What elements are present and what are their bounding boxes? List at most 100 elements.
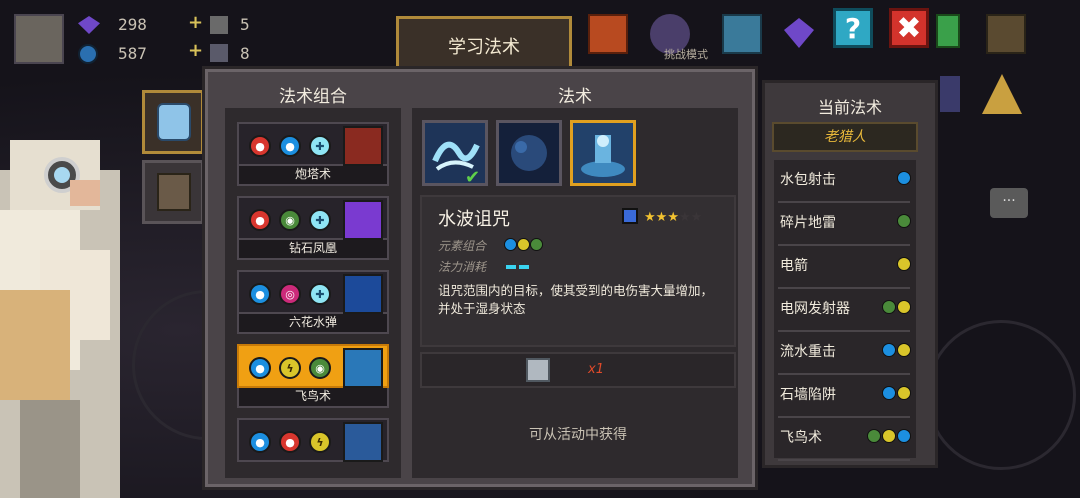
bg-ring-right <box>926 320 1076 470</box>
water-element-icon: ● <box>249 357 271 379</box>
current-spell-item[interactable]: 流水重击 <box>778 332 911 375</box>
curse-spell-icon <box>573 123 633 183</box>
gold-coin-icon <box>78 44 98 64</box>
current-spell-item[interactable]: 碎片地雷 <box>778 203 911 246</box>
tab-learn-spells[interactable]: 学习法术 <box>396 16 572 72</box>
combo-item[interactable]: ● ● ϟ <box>237 418 389 482</box>
ice-element-icon: ✚ <box>309 209 331 231</box>
combo-elements-box: ● ● ✚ <box>237 122 389 166</box>
combo-spell-art-icon <box>343 422 383 462</box>
combo-name: 飞鸟术 <box>237 388 389 408</box>
earth-element-icon <box>867 429 881 443</box>
earth-element-icon: ◉ <box>279 209 301 231</box>
chest-icon <box>157 173 191 211</box>
menu-icon[interactable] <box>936 14 960 48</box>
combo-elements-box: ● ◎ ✚ <box>237 270 389 314</box>
combo-name: 炮塔术 <box>237 166 389 186</box>
combo-elements-box: ● ϟ ◉ <box>237 344 389 388</box>
spell-book-icon <box>157 103 191 141</box>
side-banner-icon <box>940 76 960 112</box>
earth-element-icon: ◉ <box>309 357 331 379</box>
mana-label: 法力消耗 <box>438 260 487 274</box>
combos-title: 法术组合 <box>279 87 347 107</box>
combo-item[interactable]: ● ◉ ✚ 钻石凤凰 <box>237 196 389 260</box>
combo-item[interactable]: ● ● ✚ 炮塔术 <box>237 122 389 186</box>
elec-element-icon <box>517 238 530 251</box>
current-spell-item[interactable]: 水包射击 <box>778 160 911 203</box>
material-a-count: 5 <box>240 15 250 34</box>
combo-name: 钻石凤凰 <box>237 240 389 260</box>
water-element-icon <box>882 343 896 357</box>
current-spell-name: 流水重击 <box>780 344 836 360</box>
elec-element-icon: ϟ <box>309 431 331 453</box>
combo-spell-art-icon <box>343 274 383 314</box>
star-empty-icon: ★ <box>690 210 703 225</box>
elec-element-icon <box>897 300 911 314</box>
sage-character <box>0 140 120 498</box>
tab-inventory[interactable] <box>142 160 204 224</box>
fire-element-icon: ● <box>249 209 271 231</box>
mana-pip-1 <box>506 265 516 269</box>
obtain-hint: 可从活动中获得 <box>529 427 627 443</box>
poison-element-icon: ◎ <box>279 283 301 305</box>
element-label: 元素组合 <box>438 239 487 253</box>
material-b-icon <box>210 44 228 62</box>
gift-box-icon[interactable] <box>588 14 628 54</box>
star-filled-icon: ★ <box>655 210 668 225</box>
elec-element-icon <box>897 257 911 271</box>
tab-spells[interactable] <box>142 90 204 154</box>
material-a-icon <box>210 16 228 34</box>
fire-element-icon: ● <box>279 431 301 453</box>
gem-count: 298 <box>118 15 147 34</box>
elec-element-icon <box>897 386 911 400</box>
current-spell-item[interactable]: 电网发射器 <box>778 289 911 332</box>
mana-pip-2 <box>519 265 529 269</box>
water-element-icon <box>882 386 896 400</box>
character-name: 老猎人 <box>772 122 918 152</box>
combo-item[interactable]: ● ◎ ✚ 六花水弹 <box>237 270 389 334</box>
earth-element-icon <box>882 300 896 314</box>
combo-spell-art-icon <box>343 200 383 240</box>
treasure-chest-icon[interactable] <box>722 14 762 54</box>
earth-element-icon <box>897 214 911 228</box>
spell-name: 水波诅咒 <box>438 209 510 230</box>
spell-slot-2[interactable] <box>496 120 562 186</box>
water-element-icon <box>897 171 911 185</box>
star-empty-icon: ★ <box>678 210 691 225</box>
star-filled-icon: ★ <box>667 210 679 225</box>
elec-element-icon: ϟ <box>279 357 301 379</box>
combo-name: 六花水弹 <box>237 314 389 334</box>
spells-title: 法术 <box>558 87 592 107</box>
settings-icon[interactable] <box>986 14 1026 54</box>
current-spell-item[interactable]: 石墙陷阱 <box>778 375 911 418</box>
player-avatar[interactable] <box>14 14 64 64</box>
water-element-icon: ● <box>249 283 271 305</box>
close-button[interactable]: ✖ <box>889 8 929 48</box>
ice-element-icon: ✚ <box>309 283 331 305</box>
mode-hint: 挑战模式 <box>664 48 708 61</box>
coin-count: 587 <box>118 44 147 63</box>
help-button[interactable]: ? <box>833 8 873 48</box>
current-spell-item[interactable]: 飞鸟术 <box>778 418 911 461</box>
water-element-icon: ● <box>249 431 271 453</box>
current-spell-name: 水包射击 <box>780 172 836 188</box>
fire-element-icon: ● <box>249 135 271 157</box>
elec-element-icon <box>897 343 911 357</box>
checkmark-icon: ✔ <box>465 167 481 188</box>
combo-spell-art-icon <box>343 348 383 388</box>
current-spell-item[interactable]: 电箭 <box>778 246 911 289</box>
plus-icon: + <box>188 12 204 33</box>
material-b-count: 8 <box>240 44 250 63</box>
combo-item[interactable]: ● ϟ ◉ 飞鸟术 <box>237 344 389 408</box>
fragment-count: x1 <box>588 362 604 377</box>
chat-bubble-icon[interactable]: ··· <box>990 188 1028 218</box>
spell-slot-1[interactable]: ✔ <box>422 120 488 188</box>
rarity-badge-icon <box>622 208 638 224</box>
elec-element-icon <box>882 429 896 443</box>
combo-elements-box: ● ● ϟ <box>237 418 389 462</box>
water-element-icon <box>897 429 911 443</box>
spell-slot-3[interactable] <box>570 120 636 186</box>
water-element-icon: ● <box>279 135 301 157</box>
combo-elements-box: ● ◉ ✚ <box>237 196 389 240</box>
spell-fragment-bar <box>420 352 736 388</box>
